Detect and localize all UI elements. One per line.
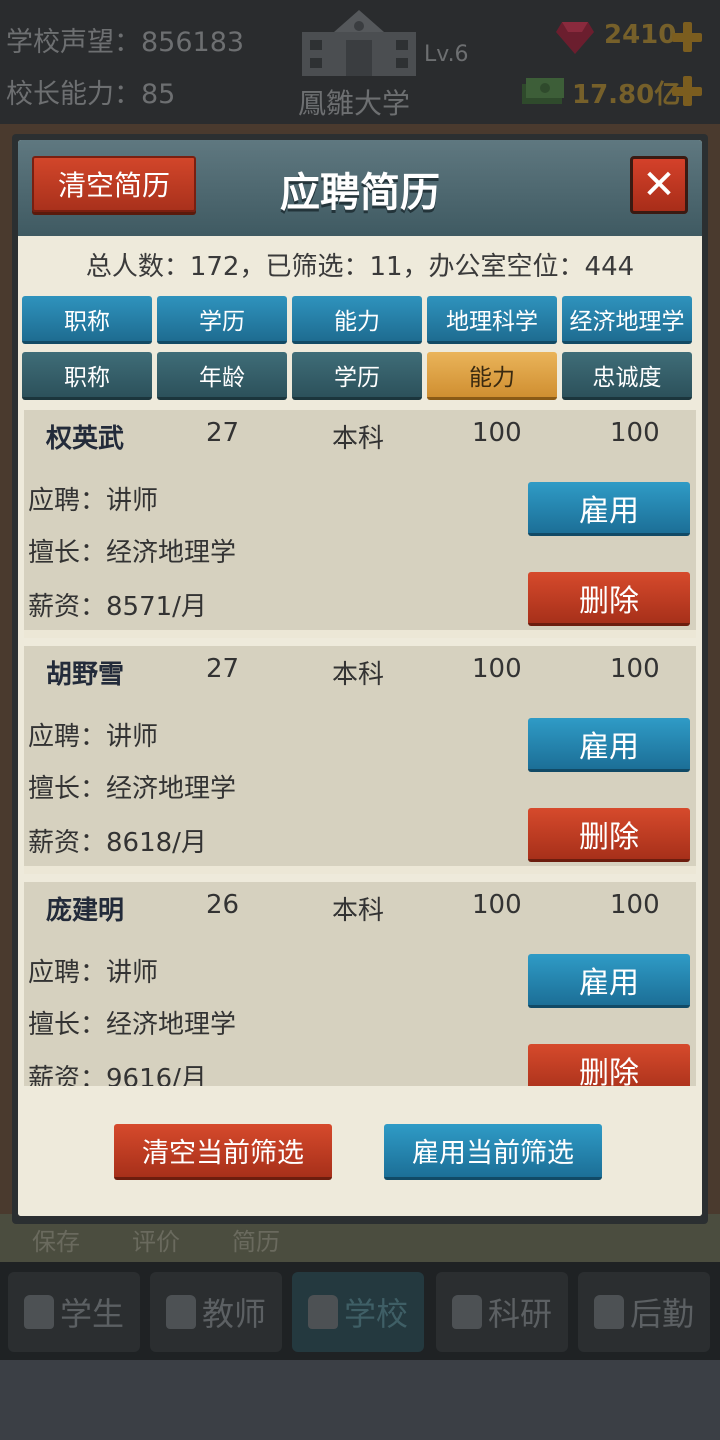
candidate-position: 应聘：讲师 xyxy=(28,722,159,752)
nav-tab-students[interactable]: 学生 xyxy=(8,1272,140,1352)
candidate-salary: 薪资：9616/月 xyxy=(28,1064,207,1086)
candidate-specialty: 擅长：经济地理学 xyxy=(28,774,237,804)
filter-education-button[interactable]: 学历 xyxy=(157,296,287,344)
money-icon xyxy=(522,78,564,104)
sort-loyalty-button[interactable]: 忠诚度 xyxy=(562,352,692,400)
filter-row: 职称 学历 能力 地理科学 经济地理学 xyxy=(22,296,698,346)
school-name: 鳳雛大学 xyxy=(298,87,411,120)
nav-tab-label: 学生 xyxy=(59,1295,124,1333)
teacher-icon xyxy=(165,1295,196,1329)
candidate-specialty: 擅长：经济地理学 xyxy=(28,538,237,568)
sort-education-button[interactable]: 学历 xyxy=(292,352,422,400)
school-reputation: 学校声望：856183 xyxy=(6,27,245,58)
research-icon xyxy=(451,1295,482,1329)
money-amount: 17.80亿 xyxy=(572,80,681,110)
bottom-nav-bar: 学生 教师 学校 科研 后勤 xyxy=(0,1262,720,1360)
candidate-card: 权英武 27 本科 100 100 应聘：讲师 擅长：经济地理学 薪资：8571… xyxy=(24,410,696,638)
sort-row: 职称 年龄 学历 能力 忠诚度 xyxy=(22,352,698,402)
filter-ability-button[interactable]: 能力 xyxy=(292,296,422,344)
nav-tab-logistics[interactable]: 后勤 xyxy=(578,1272,710,1352)
modal-title: 应聘简历 xyxy=(280,170,440,216)
gem-icon xyxy=(556,22,594,54)
candidate-loyalty: 100 xyxy=(610,654,660,684)
gem-count: 2410 xyxy=(604,20,677,50)
candidate-age: 27 xyxy=(206,654,240,684)
save-link[interactable]: 保存 xyxy=(32,1222,80,1257)
sort-title-button[interactable]: 职称 xyxy=(22,352,152,400)
candidate-position: 应聘：讲师 xyxy=(28,958,159,988)
candidate-card: 胡野雪 27 本科 100 100 应聘：讲师 擅长：经济地理学 薪资：8618… xyxy=(24,646,696,874)
candidate-age: 27 xyxy=(206,418,240,448)
nav-tab-label: 学校 xyxy=(343,1295,408,1333)
add-gems-plus-icon[interactable] xyxy=(672,22,702,52)
candidate-list[interactable]: 权英武 27 本科 100 100 应聘：讲师 擅长：经济地理学 薪资：8571… xyxy=(18,410,702,1086)
nav-tab-school[interactable]: 学校 xyxy=(292,1272,424,1352)
resume-link[interactable]: 简历 xyxy=(232,1222,280,1257)
candidate-age: 26 xyxy=(206,890,240,920)
hire-button[interactable]: 雇用 xyxy=(528,954,690,1008)
modal-header: 清空简历 应聘简历 ✕ xyxy=(18,140,702,236)
hire-button[interactable]: 雇用 xyxy=(528,482,690,536)
review-link[interactable]: 评价 xyxy=(132,1222,180,1257)
nav-tab-label: 后勤 xyxy=(629,1295,694,1333)
candidate-specialty: 擅长：经济地理学 xyxy=(28,1010,237,1040)
school-icon xyxy=(307,1295,338,1329)
filter-geoscience-button[interactable]: 地理科学 xyxy=(427,296,557,344)
candidate-salary: 薪资：8571/月 xyxy=(28,592,207,622)
candidate-name: 胡野雪 xyxy=(46,660,125,690)
student-icon xyxy=(23,1295,54,1329)
modal-footer: 清空当前筛选 雇用当前筛选 xyxy=(18,1086,702,1216)
empty-bottom-area xyxy=(0,1360,720,1440)
nav-tab-research[interactable]: 科研 xyxy=(436,1272,568,1352)
hire-current-filter-button[interactable]: 雇用当前筛选 xyxy=(384,1124,602,1180)
school-building-icon xyxy=(302,10,416,76)
nav-tab-teachers[interactable]: 教师 xyxy=(150,1272,282,1352)
candidate-education: 本科 xyxy=(332,424,385,454)
delete-button[interactable]: 删除 xyxy=(528,1044,690,1086)
delete-button[interactable]: 删除 xyxy=(528,808,690,862)
candidate-name: 庞建明 xyxy=(46,896,125,926)
hire-button[interactable]: 雇用 xyxy=(528,718,690,772)
candidate-ability: 100 xyxy=(472,654,522,684)
candidate-loyalty: 100 xyxy=(610,890,660,920)
top-status-bar: 学校声望：856183 校长能力：85 Lv.6 鳳雛大学 2410 17.80… xyxy=(0,0,720,124)
candidate-ability: 100 xyxy=(472,418,522,448)
principal-ability: 校长能力：85 xyxy=(6,79,176,110)
nav-tab-label: 科研 xyxy=(487,1295,552,1333)
add-money-plus-icon[interactable] xyxy=(672,76,702,106)
applicant-summary: 总人数：172，已筛选：11，办公室空位：444 xyxy=(85,252,635,282)
nav-tab-label: 教师 xyxy=(201,1295,266,1333)
filter-title-button[interactable]: 职称 xyxy=(22,296,152,344)
candidate-loyalty: 100 xyxy=(610,418,660,448)
school-level: Lv.6 xyxy=(424,42,469,67)
candidate-salary: 薪资：8618/月 xyxy=(28,828,207,858)
clear-current-filter-button[interactable]: 清空当前筛选 xyxy=(114,1124,332,1180)
candidate-ability: 100 xyxy=(472,890,522,920)
close-icon[interactable]: ✕ xyxy=(630,156,688,214)
delete-button[interactable]: 删除 xyxy=(528,572,690,626)
filter-economic-geography-button[interactable]: 经济地理学 xyxy=(562,296,692,344)
sort-ability-button[interactable]: 能力 xyxy=(427,352,557,400)
resume-modal: 清空简历 应聘简历 ✕ 总人数：172，已筛选：11，办公室空位：444 职称 … xyxy=(12,134,708,1224)
logistics-icon xyxy=(593,1295,624,1329)
resume-modal-body: 清空简历 应聘简历 ✕ 总人数：172，已筛选：11，办公室空位：444 职称 … xyxy=(18,140,702,1216)
candidate-card: 庞建明 26 本科 100 100 应聘：讲师 擅长：经济地理学 薪资：9616… xyxy=(24,882,696,1086)
candidate-education: 本科 xyxy=(332,896,385,926)
candidate-name: 权英武 xyxy=(46,424,125,454)
candidate-education: 本科 xyxy=(332,660,385,690)
sort-age-button[interactable]: 年龄 xyxy=(157,352,287,400)
candidate-position: 应聘：讲师 xyxy=(28,486,159,516)
